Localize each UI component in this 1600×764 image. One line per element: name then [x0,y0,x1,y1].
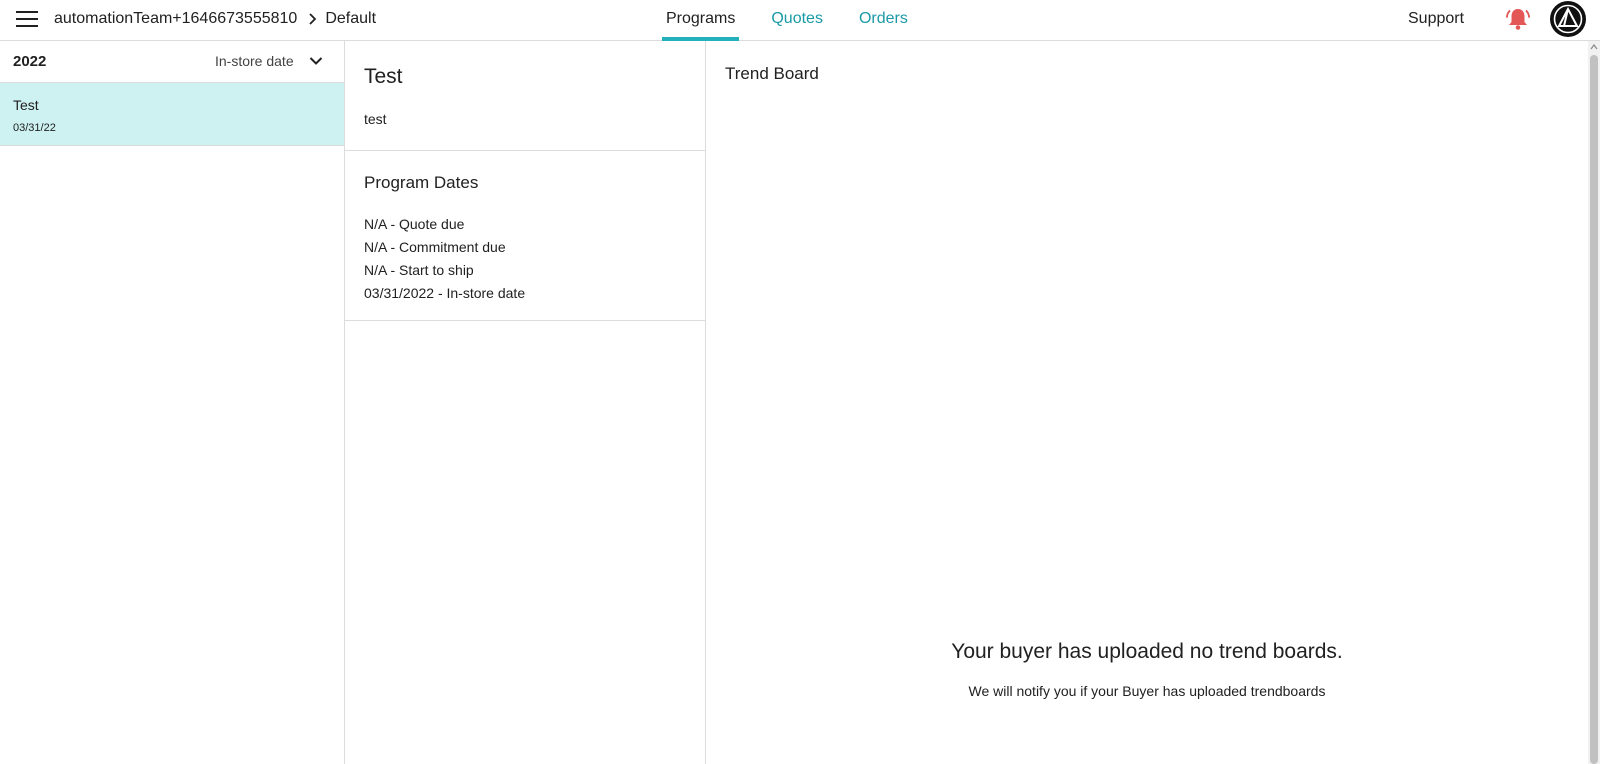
breadcrumb: automationTeam+1646673555810 Default [54,0,376,38]
vertical-scrollbar[interactable] [1588,41,1600,764]
support-link[interactable]: Support [1408,10,1464,28]
program-list-header: 2022 In-store date [0,41,344,83]
sort-label: In-store date [215,53,294,69]
date-commitment-due: N/A - Commitment due [364,239,506,255]
program-title: Test [364,65,403,88]
empty-state-title: Your buyer has uploaded no trend boards. [951,640,1343,663]
date-quote-due: N/A - Quote due [364,216,465,232]
tab-programs[interactable]: Programs [662,0,740,41]
chevron-down-icon [309,57,322,65]
main-nav: Programs Quotes Orders [662,0,940,41]
bell-icon[interactable] [1505,6,1531,32]
program-item-name: Test [13,97,39,113]
program-description: test [364,111,387,127]
trend-board-panel: Trend Board Your buyer has uploaded no t… [706,41,1588,764]
breadcrumb-workspace[interactable]: Default [325,10,376,28]
program-dates-title: Program Dates [364,173,479,192]
breadcrumb-account[interactable]: automationTeam+1646673555810 [54,10,297,28]
program-detail-panel: Test test Program Dates N/A - Quote due … [345,41,706,764]
program-list-panel: 2022 In-store date Test 03/31/22 [0,41,345,764]
menu-icon[interactable] [16,10,38,28]
program-summary: Test test [345,41,705,151]
program-dates-section: Program Dates N/A - Quote due N/A - Comm… [345,151,705,321]
program-list-item[interactable]: Test 03/31/22 [0,83,344,146]
date-start-to-ship: N/A - Start to ship [364,262,474,278]
program-dates-list: N/A - Quote due N/A - Commitment due N/A… [364,213,525,305]
chevron-right-icon [309,13,317,25]
scroll-up-arrow-icon[interactable] [1590,43,1598,51]
top-bar: automationTeam+1646673555810 Default Pro… [0,0,1600,41]
tab-orders[interactable]: Orders [855,0,912,41]
empty-state-subtitle: We will notify you if your Buyer has upl… [968,683,1326,699]
scrollbar-thumb[interactable] [1590,55,1598,764]
date-in-store: 03/31/2022 - In-store date [364,285,526,301]
program-item-date: 03/31/22 [13,122,56,134]
tab-quotes[interactable]: Quotes [767,0,827,41]
sort-dropdown[interactable]: In-store date [215,53,324,69]
avatar[interactable] [1550,1,1586,37]
year-label: 2022 [13,53,47,70]
trend-board-title: Trend Board [725,64,819,83]
